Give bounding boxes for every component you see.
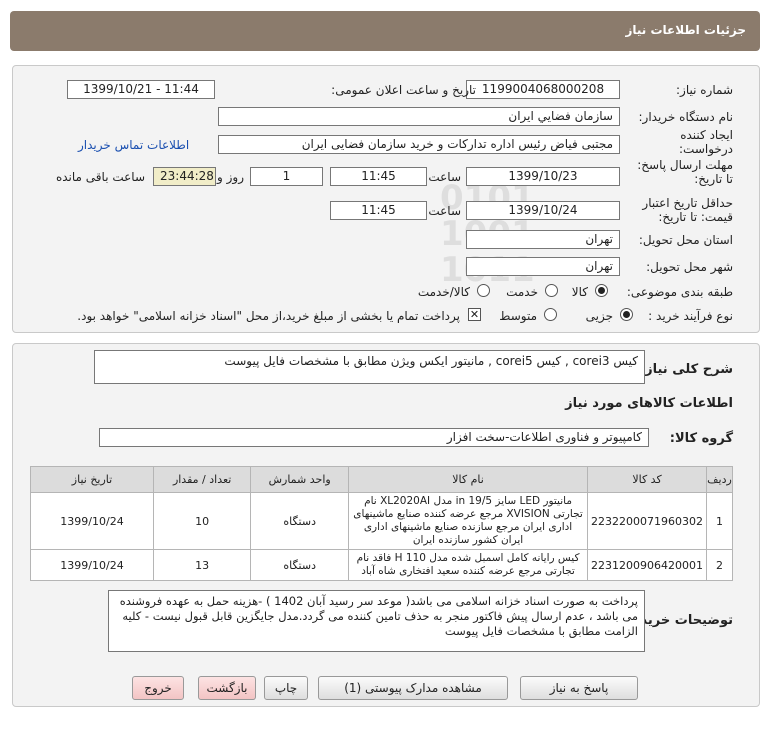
validity-time-field: 11:45 <box>330 201 427 220</box>
row-date: 1399/10/24 <box>30 549 154 581</box>
row-code: 2232200071960302 <box>587 492 708 550</box>
goods-group-field: کامپیوتر و فناوری اطلاعات-سخت افزار <box>99 428 649 447</box>
category-goods-radio[interactable] <box>595 284 608 297</box>
requester-field: مجتبی فیاض رئیس اداره تدارکات و خرید ساز… <box>218 135 620 154</box>
back-button[interactable]: بازگشت <box>198 676 256 700</box>
table-header-row: ردیف کد کالا نام کالا واحد شمارش تعداد /… <box>30 466 733 493</box>
reply-deadline-label: مهلت ارسال پاسخ: تا تاریخ: <box>637 158 733 186</box>
validity-time-label: ساعت <box>428 204 461 218</box>
row-name: کیس رایانه کامل اسمبل شده مدل H 110 فاقد… <box>348 549 589 581</box>
buyer-notes-box: پرداخت به صورت اسناد خزانه اسلامی می باش… <box>108 590 645 652</box>
remaining-timer: 23:44:28 <box>153 167 216 186</box>
category-goods-service-radio[interactable] <box>477 284 490 297</box>
print-button[interactable]: چاپ <box>264 676 308 700</box>
row-index: 1 <box>706 492 733 550</box>
col-qty-header: تعداد / مقدار <box>152 466 252 493</box>
row-qty: 13 <box>152 549 252 581</box>
reply-button[interactable]: پاسخ به نیاز <box>520 676 638 700</box>
exit-button[interactable]: خروج <box>132 676 184 700</box>
treasury-checkbox[interactable]: ✕ <box>468 308 481 321</box>
delivery-city-label: شهر محل تحویل: <box>646 260 733 274</box>
general-desc-box: کیس corei3 , کیس corei5 , مانیتور ایکس و… <box>94 350 645 384</box>
row-name: مانیتور LED سایز 19/5 in مدل XL2020AI نا… <box>348 492 589 550</box>
attachments-button[interactable]: مشاهده مدارک پیوستی (1) <box>318 676 508 700</box>
col-code-header: کد کالا <box>587 466 708 493</box>
page-header: جزئیات اطلاعات نیاز <box>10 11 760 51</box>
row-date: 1399/10/24 <box>30 492 154 550</box>
row-code: 2231200906420001 <box>587 549 708 581</box>
col-name-header: نام کالا <box>348 466 589 493</box>
validity-date-field: 1399/10/24 <box>466 201 620 220</box>
buyer-org-field: سازمان فضايي ايران <box>218 107 620 126</box>
day-and-label: روز و <box>217 170 244 184</box>
row-index: 2 <box>706 549 733 581</box>
category-goods-service-label: کالا/خدمت <box>417 285 470 299</box>
need-number-label: شماره نیاز: <box>676 83 733 97</box>
buyer-contact-link[interactable]: اطلاعات تماس خریدار <box>78 138 189 152</box>
remaining-label: ساعت باقی مانده <box>55 170 145 184</box>
reply-date-field: 1399/10/23 <box>466 167 620 186</box>
announce-datetime-field: 1399/10/21 - 11:44 <box>67 80 215 99</box>
purchase-minor-radio[interactable] <box>620 308 633 321</box>
table-row: 2 2231200906420001 کیس رایانه کامل اسمبل… <box>30 549 733 581</box>
category-goods-label: کالا <box>571 285 588 299</box>
goods-table: ردیف کد کالا نام کالا واحد شمارش تعداد /… <box>30 466 733 581</box>
table-row: 1 2232200071960302 مانیتور LED سایز 19/5… <box>30 492 733 550</box>
announce-datetime-label: تاریخ و ساعت اعلان عمومی: <box>331 83 476 97</box>
treasury-note: پرداخت تمام یا بخشی از مبلغ خرید،از محل … <box>77 309 460 323</box>
goods-group-label: گروه کالا: <box>669 431 733 446</box>
requester-label: ایجاد کننده درخواست: <box>679 128 733 156</box>
purchase-medium-label: متوسط <box>499 309 537 323</box>
row-unit: دستگاه <box>250 492 350 550</box>
general-desc-label: شرح کلی نیاز: <box>639 362 733 377</box>
purchase-minor-label: جزیی <box>585 309 613 323</box>
row-unit: دستگاه <box>250 549 350 581</box>
reply-days-field: 1 <box>250 167 323 186</box>
category-service-radio[interactable] <box>545 284 558 297</box>
purchase-type-label: نوع فرآیند خرید : <box>648 309 733 323</box>
col-index-header: ردیف <box>706 466 733 493</box>
page-title: جزئیات اطلاعات نیاز <box>625 23 746 37</box>
delivery-city-field: تهران <box>466 257 620 276</box>
reply-time-label: ساعت <box>428 170 461 184</box>
delivery-province-label: استان محل تحویل: <box>638 233 733 247</box>
price-validity-label: حداقل تاریخ اعتبار قیمت: تا تاریخ: <box>642 196 733 224</box>
buyer-org-label: نام دستگاه خریدار: <box>638 110 734 124</box>
delivery-province-field: تهران <box>466 230 620 249</box>
reply-time-field: 11:45 <box>330 167 427 186</box>
row-qty: 10 <box>152 492 252 550</box>
goods-info-title: اطلاعات کالاهای مورد نیاز <box>565 396 733 411</box>
need-number-field: 1199004068000208 <box>466 80 620 99</box>
col-date-header: تاریخ نیاز <box>30 466 154 493</box>
category-service-label: خدمت <box>506 285 538 299</box>
col-unit-header: واحد شمارش <box>250 466 350 493</box>
category-label: طبقه بندی موضوعی: <box>626 285 733 299</box>
purchase-medium-radio[interactable] <box>544 308 557 321</box>
